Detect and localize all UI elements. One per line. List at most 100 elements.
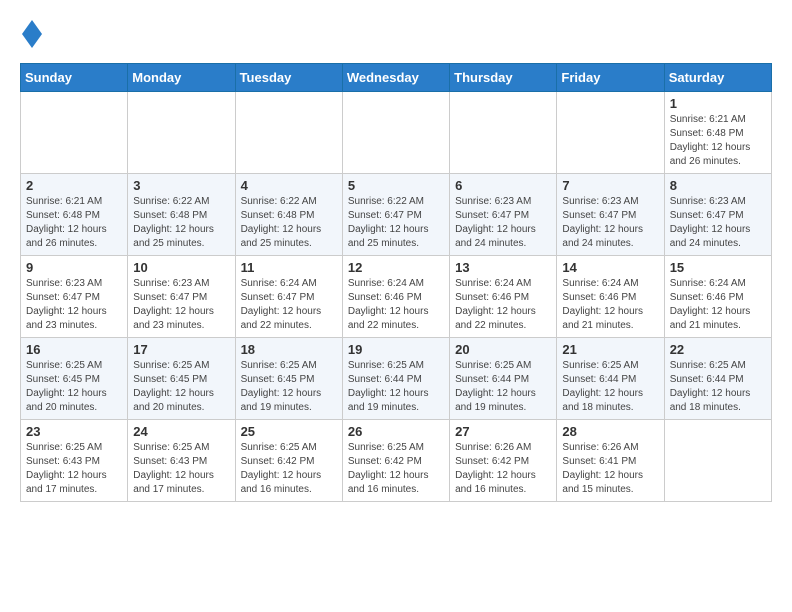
day-number: 12 — [348, 260, 444, 275]
day-number: 20 — [455, 342, 551, 357]
calendar-week-5: 23 Sunrise: 6:25 AM Sunset: 6:43 PM Dayli… — [21, 420, 772, 502]
day-number: 3 — [133, 178, 229, 193]
weekday-header-tuesday: Tuesday — [235, 64, 342, 92]
calendar-cell: 3 Sunrise: 6:22 AM Sunset: 6:48 PM Daylig… — [128, 174, 235, 256]
day-number: 5 — [348, 178, 444, 193]
calendar-week-1: 1 Sunrise: 6:21 AM Sunset: 6:48 PM Daylig… — [21, 92, 772, 174]
day-number: 9 — [26, 260, 122, 275]
day-info: Sunrise: 6:21 AM Sunset: 6:48 PM Dayligh… — [670, 113, 766, 169]
day-number: 18 — [241, 342, 337, 357]
weekday-header-wednesday: Wednesday — [342, 64, 449, 92]
calendar-cell — [450, 92, 557, 174]
day-number: 8 — [670, 178, 766, 193]
day-info: Sunrise: 6:25 AM Sunset: 6:45 PM Dayligh… — [26, 359, 122, 415]
day-info: Sunrise: 6:26 AM Sunset: 6:41 PM Dayligh… — [562, 441, 658, 497]
day-info: Sunrise: 6:21 AM Sunset: 6:48 PM Dayligh… — [26, 195, 122, 251]
day-number: 16 — [26, 342, 122, 357]
calendar-table: SundayMondayTuesdayWednesdayThursdayFrid… — [20, 63, 772, 502]
calendar-cell: 9 Sunrise: 6:23 AM Sunset: 6:47 PM Daylig… — [21, 256, 128, 338]
calendar-week-2: 2 Sunrise: 6:21 AM Sunset: 6:48 PM Daylig… — [21, 174, 772, 256]
weekday-header-friday: Friday — [557, 64, 664, 92]
day-number: 26 — [348, 424, 444, 439]
day-info: Sunrise: 6:25 AM Sunset: 6:45 PM Dayligh… — [133, 359, 229, 415]
logo-icon — [22, 20, 42, 48]
day-info: Sunrise: 6:24 AM Sunset: 6:46 PM Dayligh… — [670, 277, 766, 333]
day-number: 28 — [562, 424, 658, 439]
calendar-cell — [342, 92, 449, 174]
day-info: Sunrise: 6:24 AM Sunset: 6:46 PM Dayligh… — [348, 277, 444, 333]
calendar-cell: 21 Sunrise: 6:25 AM Sunset: 6:44 PM Dayli… — [557, 338, 664, 420]
calendar-cell — [235, 92, 342, 174]
day-info: Sunrise: 6:24 AM Sunset: 6:47 PM Dayligh… — [241, 277, 337, 333]
weekday-header-saturday: Saturday — [664, 64, 771, 92]
day-info: Sunrise: 6:25 AM Sunset: 6:42 PM Dayligh… — [348, 441, 444, 497]
day-info: Sunrise: 6:22 AM Sunset: 6:48 PM Dayligh… — [241, 195, 337, 251]
calendar-cell: 6 Sunrise: 6:23 AM Sunset: 6:47 PM Daylig… — [450, 174, 557, 256]
weekday-header-row: SundayMondayTuesdayWednesdayThursdayFrid… — [21, 64, 772, 92]
calendar-body: 1 Sunrise: 6:21 AM Sunset: 6:48 PM Daylig… — [21, 92, 772, 502]
day-number: 2 — [26, 178, 122, 193]
calendar-cell — [128, 92, 235, 174]
day-info: Sunrise: 6:23 AM Sunset: 6:47 PM Dayligh… — [455, 195, 551, 251]
page-header — [20, 20, 772, 53]
day-number: 14 — [562, 260, 658, 275]
day-info: Sunrise: 6:25 AM Sunset: 6:43 PM Dayligh… — [133, 441, 229, 497]
calendar-cell: 11 Sunrise: 6:24 AM Sunset: 6:47 PM Dayli… — [235, 256, 342, 338]
day-number: 24 — [133, 424, 229, 439]
day-info: Sunrise: 6:23 AM Sunset: 6:47 PM Dayligh… — [670, 195, 766, 251]
calendar-cell: 7 Sunrise: 6:23 AM Sunset: 6:47 PM Daylig… — [557, 174, 664, 256]
calendar-cell: 24 Sunrise: 6:25 AM Sunset: 6:43 PM Dayli… — [128, 420, 235, 502]
day-number: 11 — [241, 260, 337, 275]
calendar-cell: 12 Sunrise: 6:24 AM Sunset: 6:46 PM Dayli… — [342, 256, 449, 338]
calendar-cell: 22 Sunrise: 6:25 AM Sunset: 6:44 PM Dayli… — [664, 338, 771, 420]
calendar-cell — [21, 92, 128, 174]
day-number: 7 — [562, 178, 658, 193]
day-number: 22 — [670, 342, 766, 357]
day-number: 15 — [670, 260, 766, 275]
calendar-cell: 2 Sunrise: 6:21 AM Sunset: 6:48 PM Daylig… — [21, 174, 128, 256]
calendar-week-3: 9 Sunrise: 6:23 AM Sunset: 6:47 PM Daylig… — [21, 256, 772, 338]
day-info: Sunrise: 6:23 AM Sunset: 6:47 PM Dayligh… — [562, 195, 658, 251]
calendar-cell: 26 Sunrise: 6:25 AM Sunset: 6:42 PM Dayli… — [342, 420, 449, 502]
calendar-cell: 25Sunrise: 6:25 AM Sunset: 6:42 PM Dayli… — [235, 420, 342, 502]
weekday-header-monday: Monday — [128, 64, 235, 92]
day-number: 1 — [670, 96, 766, 111]
calendar-week-4: 16 Sunrise: 6:25 AM Sunset: 6:45 PM Dayli… — [21, 338, 772, 420]
day-info: Sunrise: 6:25 AM Sunset: 6:44 PM Dayligh… — [670, 359, 766, 415]
day-info: Sunrise: 6:23 AM Sunset: 6:47 PM Dayligh… — [133, 277, 229, 333]
calendar-cell: 18Sunrise: 6:25 AM Sunset: 6:45 PM Dayli… — [235, 338, 342, 420]
day-info: Sunrise: 6:25 AM Sunset: 6:44 PM Dayligh… — [562, 359, 658, 415]
day-info: Sunrise: 6:26 AM Sunset: 6:42 PM Dayligh… — [455, 441, 551, 497]
day-info: Sunrise: 6:23 AM Sunset: 6:47 PM Dayligh… — [26, 277, 122, 333]
day-info: Sunrise: 6:24 AM Sunset: 6:46 PM Dayligh… — [455, 277, 551, 333]
calendar-cell — [664, 420, 771, 502]
calendar-cell: 20 Sunrise: 6:25 AM Sunset: 6:44 PM Dayli… — [450, 338, 557, 420]
day-info: Sunrise: 6:22 AM Sunset: 6:48 PM Dayligh… — [133, 195, 229, 251]
weekday-header-sunday: Sunday — [21, 64, 128, 92]
calendar-cell: 5 Sunrise: 6:22 AM Sunset: 6:47 PM Daylig… — [342, 174, 449, 256]
day-info: Sunrise: 6:22 AM Sunset: 6:47 PM Dayligh… — [348, 195, 444, 251]
day-number: 27 — [455, 424, 551, 439]
day-info: Sunrise: 6:25 AM Sunset: 6:43 PM Dayligh… — [26, 441, 122, 497]
day-number: 23 — [26, 424, 122, 439]
calendar-cell: 4 Sunrise: 6:22 AM Sunset: 6:48 PM Daylig… — [235, 174, 342, 256]
calendar-cell: 17 Sunrise: 6:25 AM Sunset: 6:45 PM Dayli… — [128, 338, 235, 420]
weekday-header-thursday: Thursday — [450, 64, 557, 92]
day-info: Sunrise: 6:25 AM Sunset: 6:44 PM Dayligh… — [455, 359, 551, 415]
day-info: Sunrise: 6:24 AM Sunset: 6:46 PM Dayligh… — [562, 277, 658, 333]
day-number: 17 — [133, 342, 229, 357]
day-number: 4 — [241, 178, 337, 193]
day-number: 19 — [348, 342, 444, 357]
calendar-cell — [557, 92, 664, 174]
day-number: 25 — [241, 424, 337, 439]
calendar-cell: 28 Sunrise: 6:26 AM Sunset: 6:41 PM Dayli… — [557, 420, 664, 502]
calendar-cell: 16 Sunrise: 6:25 AM Sunset: 6:45 PM Dayli… — [21, 338, 128, 420]
day-number: 6 — [455, 178, 551, 193]
day-number: 10 — [133, 260, 229, 275]
day-info: Sunrise: 6:25 AM Sunset: 6:44 PM Dayligh… — [348, 359, 444, 415]
calendar-cell: 10 Sunrise: 6:23 AM Sunset: 6:47 PM Dayli… — [128, 256, 235, 338]
day-number: 21 — [562, 342, 658, 357]
calendar-cell: 15 Sunrise: 6:24 AM Sunset: 6:46 PM Dayli… — [664, 256, 771, 338]
calendar-cell: 19 Sunrise: 6:25 AM Sunset: 6:44 PM Dayli… — [342, 338, 449, 420]
calendar-cell: 23 Sunrise: 6:25 AM Sunset: 6:43 PM Dayli… — [21, 420, 128, 502]
